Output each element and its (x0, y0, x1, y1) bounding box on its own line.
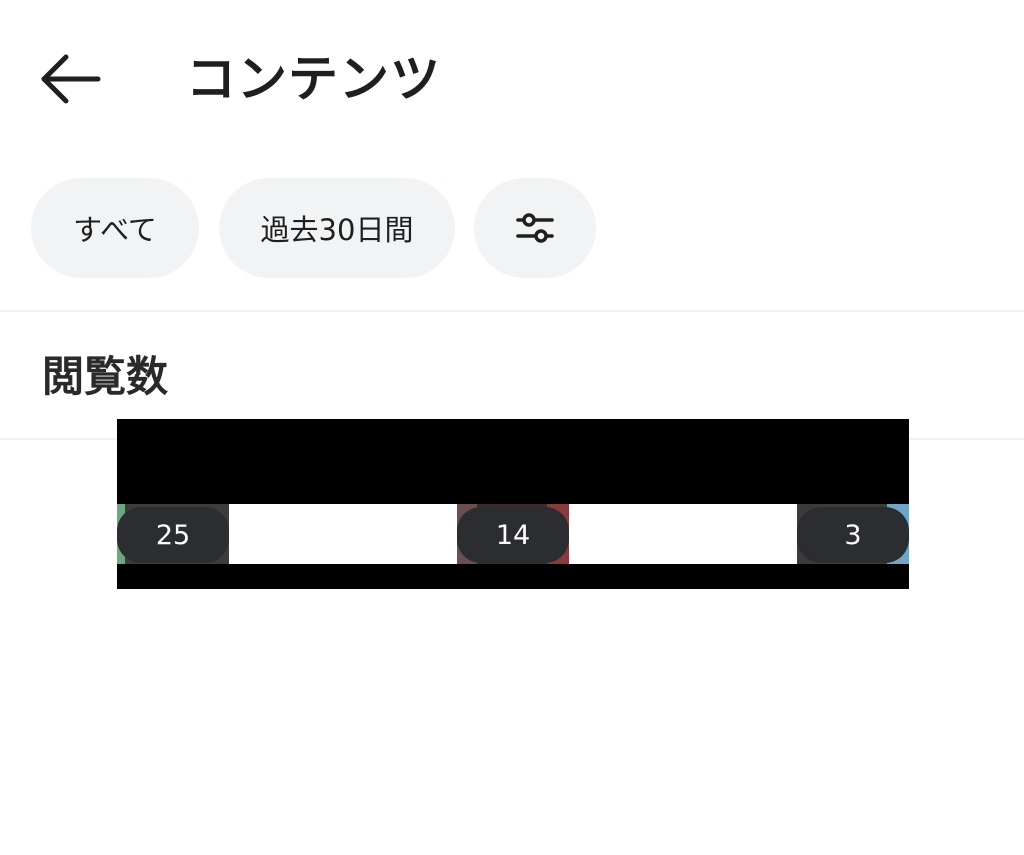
app-header: コンテンツ (0, 0, 1024, 160)
filter-all-chip[interactable]: すべて (31, 178, 199, 278)
period-filter-chip[interactable]: 過去30日間 (219, 178, 455, 278)
sliders-icon (516, 213, 554, 243)
page-title: コンテンツ (186, 50, 441, 108)
section-divider (0, 310, 1024, 312)
back-button[interactable] (38, 52, 102, 106)
section-title: 閲覧数 (42, 352, 169, 401)
redaction-bar (117, 419, 909, 504)
view-count-badge: 14 (457, 507, 569, 563)
view-count-badge: 25 (117, 507, 229, 563)
redaction-bar (117, 564, 909, 589)
content-gallery: 25 14 3 (117, 419, 909, 589)
arrow-left-icon (41, 54, 101, 104)
view-count-badge: 3 (797, 507, 909, 563)
filter-settings-button[interactable] (474, 178, 596, 278)
filter-chip-row: すべて 過去30日間 (0, 178, 1024, 280)
